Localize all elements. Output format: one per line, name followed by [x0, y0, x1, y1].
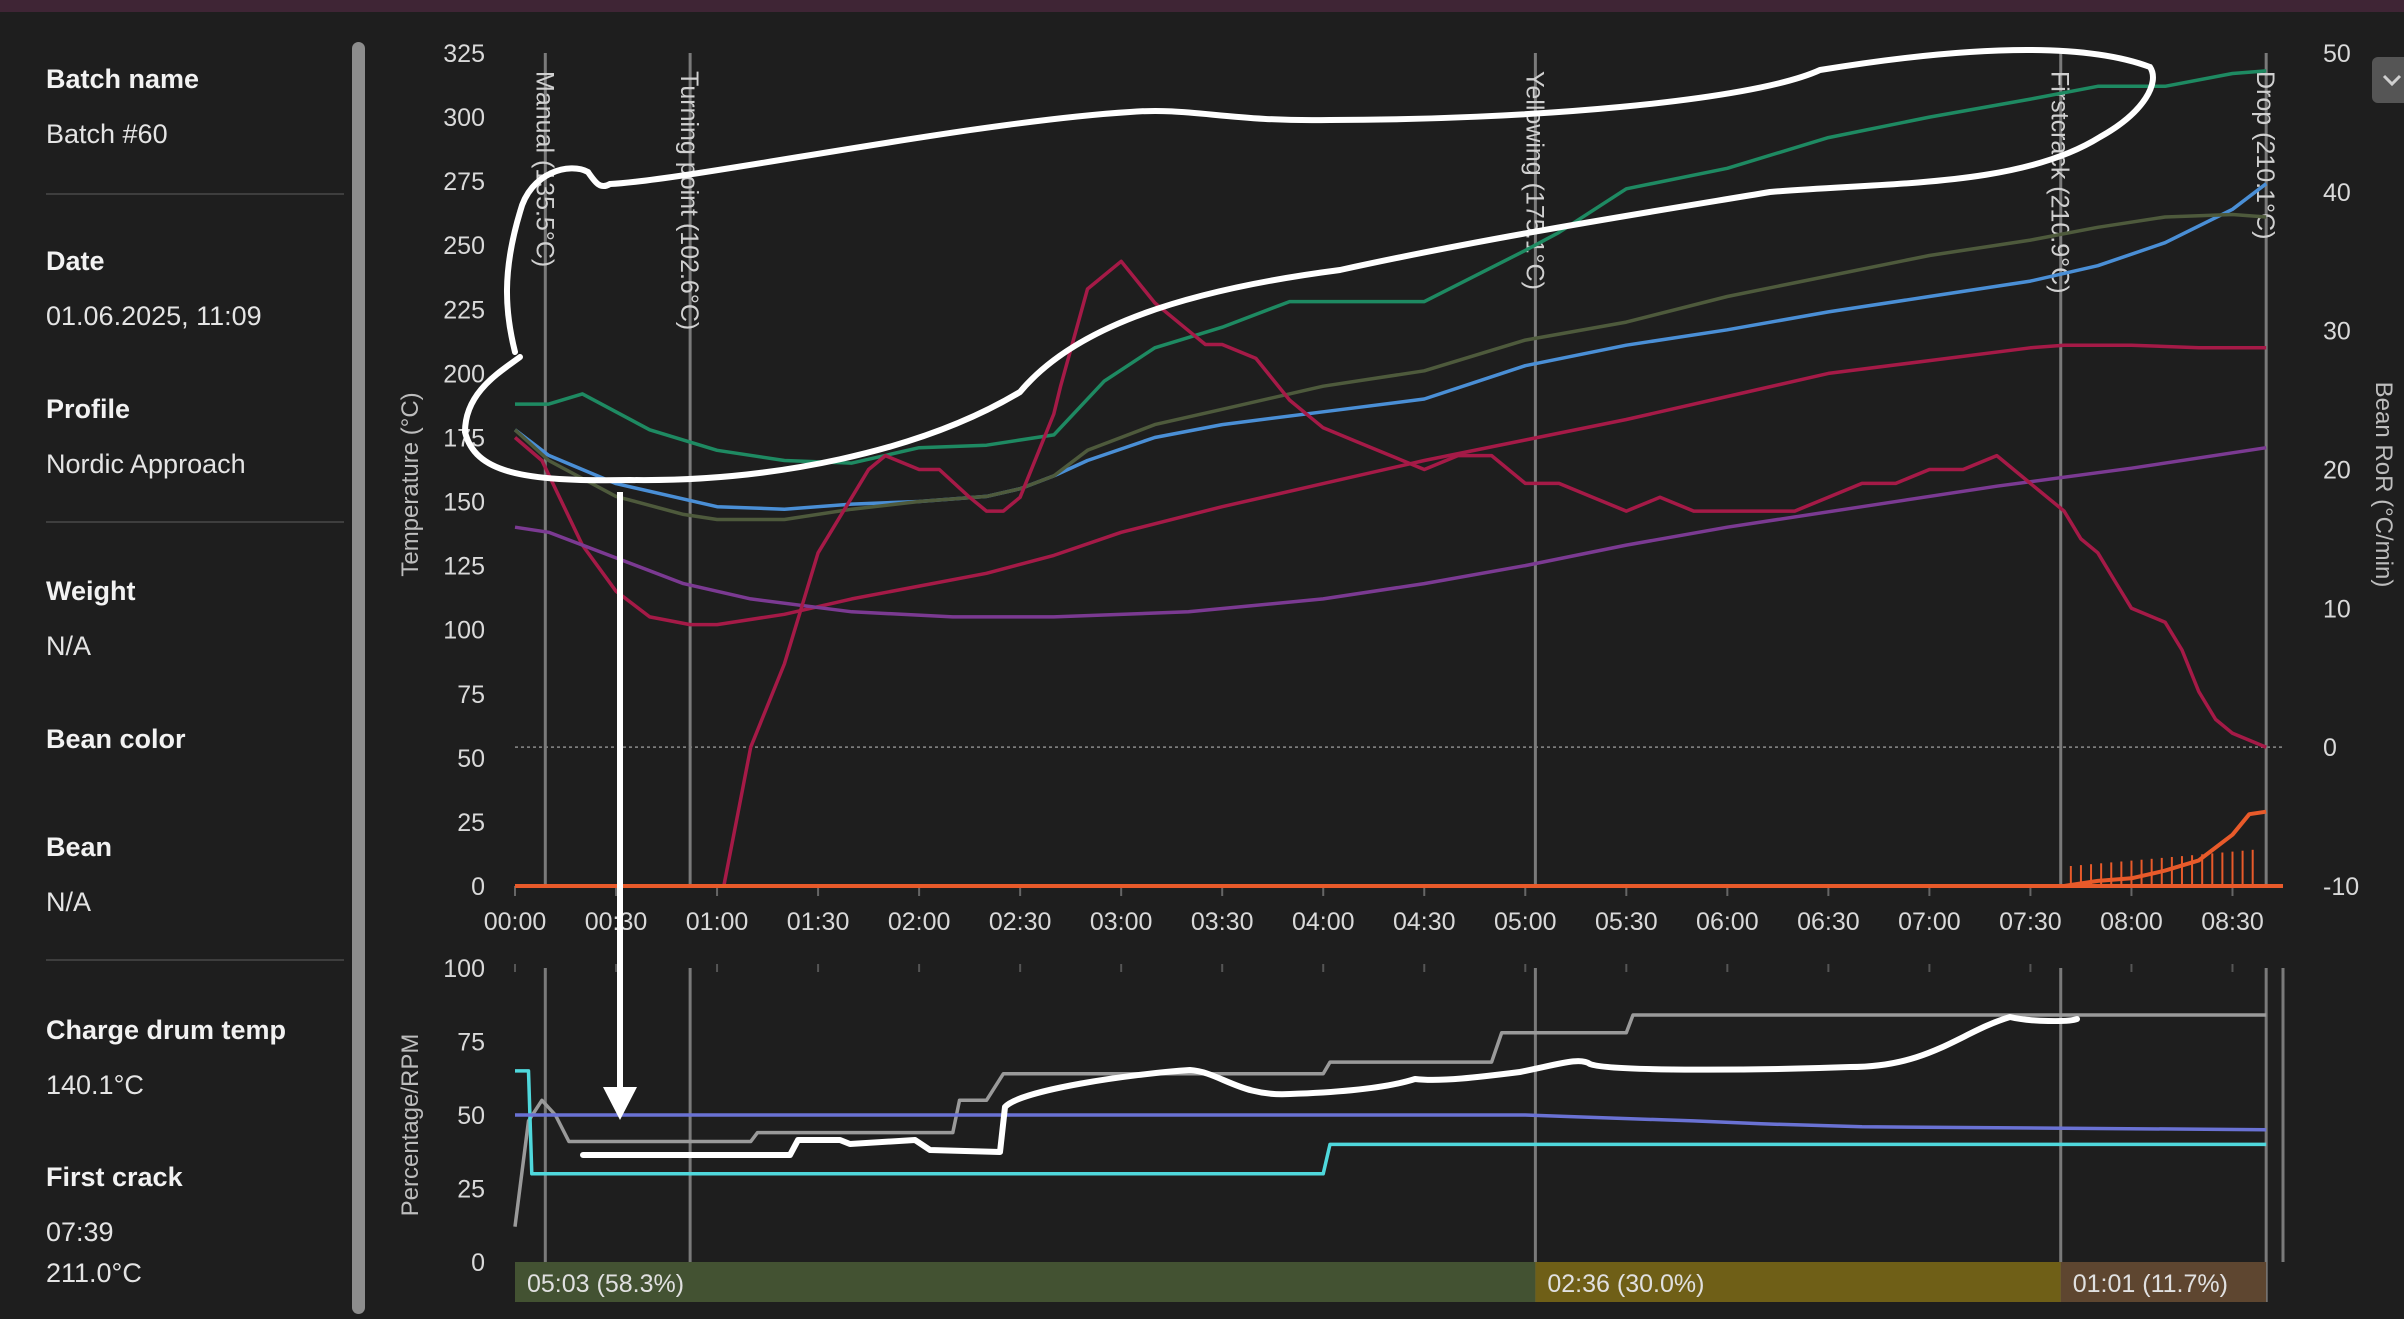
field-label: Date	[46, 246, 105, 276]
x-tick-label: 06:30	[1797, 908, 1860, 936]
field-charge-drum-temp: Charge drum temp 140.1°C	[46, 1015, 286, 1101]
y2-tick-label: 40	[2323, 179, 2351, 207]
field-label: Charge drum temp	[46, 1015, 287, 1045]
y2-tick-label: 50	[2323, 40, 2351, 68]
x-tick-label: 02:00	[888, 908, 951, 936]
x-tick-label: 07:00	[1898, 908, 1961, 936]
field-label: Bean	[46, 832, 113, 862]
y2-tick-label: 20	[2323, 457, 2351, 485]
sidebar-scrollbar[interactable]	[352, 42, 365, 1314]
lower-y-tick-label: 0	[471, 1249, 485, 1277]
x-tick-label: 08:30	[2201, 908, 2264, 936]
x-tick-label: 04:30	[1393, 908, 1456, 936]
field-label: Profile	[46, 394, 131, 424]
y-tick-label: 250	[443, 232, 485, 260]
y-tick-label: 0	[471, 873, 485, 901]
y2-axis-label: Bean RoR (°C/min)	[2370, 382, 2397, 588]
x-tick-label: 06:00	[1696, 908, 1759, 936]
control-series-line	[513, 1013, 2267, 1227]
y-tick-label: 225	[443, 296, 485, 324]
x-tick-label: 01:00	[686, 908, 749, 936]
lower-y-tick-label: 25	[457, 1176, 485, 1204]
x-tick-label: 00:30	[585, 908, 648, 936]
y2-tick-label: -10	[2323, 873, 2359, 901]
divider	[46, 193, 344, 195]
divider	[46, 521, 344, 523]
y-tick-label: 300	[443, 104, 485, 132]
x-tick-label: 05:00	[1494, 908, 1557, 936]
y-tick-label: 150	[443, 489, 485, 517]
field-date: Date 01.06.2025, 11:09	[46, 246, 262, 332]
x-tick-label: 05:30	[1595, 908, 1658, 936]
lower-y-tick-label: 50	[457, 1102, 485, 1130]
field-value: N/A	[46, 631, 92, 661]
y-tick-label: 125	[443, 553, 485, 581]
y2-tick-label: 30	[2323, 318, 2351, 346]
lower-y-axis-label: Percentage/RPM	[397, 1034, 424, 1217]
y-axis-label: Temperature (°C)	[397, 392, 424, 576]
phase-label: 05:03 (58.3%)	[527, 1270, 684, 1298]
divider	[46, 959, 344, 961]
y-tick-label: 100	[443, 617, 485, 645]
lower-y-tick-label: 100	[443, 955, 485, 983]
x-tick-label: 02:30	[989, 908, 1052, 936]
field-value-secondary: 211.0°C	[46, 1258, 142, 1288]
event-label: Yellowing (175.1°C)	[1520, 71, 1548, 290]
field-value: 140.1°C	[46, 1070, 144, 1100]
temperature-series-line	[515, 809, 2267, 888]
phase-label: 02:36 (30.0%)	[1547, 1270, 1704, 1298]
chevron-down-icon	[2382, 74, 2402, 87]
field-value: 07:39	[46, 1217, 114, 1247]
lower-y-tick-label: 75	[457, 1029, 485, 1057]
batch-info-sidebar: Batch name Batch #60 Date 01.06.2025, 11…	[0, 12, 365, 1314]
field-label: Bean color	[46, 724, 186, 754]
x-tick-label: 03:30	[1191, 908, 1254, 936]
x-tick-label: 01:30	[787, 908, 850, 936]
y-tick-label: 50	[457, 745, 485, 773]
y-tick-label: 75	[457, 681, 485, 709]
field-label: First crack	[46, 1162, 183, 1192]
top-bar	[0, 0, 2404, 12]
field-profile: Profile Nordic Approach	[46, 394, 246, 480]
field-label: Weight	[46, 576, 136, 606]
field-value: N/A	[46, 887, 92, 917]
x-tick-label: 04:00	[1292, 908, 1355, 936]
field-value: Batch #60	[46, 119, 168, 149]
ror-series-line	[722, 259, 2267, 887]
y-tick-label: 200	[443, 360, 485, 388]
event-label: Firstcrack (210.9°C)	[2046, 71, 2074, 294]
x-tick-label: 03:00	[1090, 908, 1153, 936]
field-value: Nordic Approach	[46, 449, 246, 479]
roast-chart: 0255075100125150175200225250275300325-10…	[397, 40, 2397, 1302]
phase-label: 01:01 (11.7%)	[2073, 1270, 2228, 1298]
y-tick-label: 25	[457, 809, 485, 837]
y-tick-label: 275	[443, 168, 485, 196]
roast-chart-area: 0 25 50 75 100 125 150 175 200 225 250 275 300 325 -10…	[370, 12, 2404, 1314]
y2-tick-label: 0	[2323, 734, 2337, 762]
y2-tick-label: 10	[2323, 595, 2351, 623]
event-label: Drop (210.1°C)	[2251, 71, 2279, 239]
field-weight: Weight N/A	[46, 576, 136, 662]
collapse-button[interactable]	[2372, 57, 2404, 103]
x-tick-label: 07:30	[1999, 908, 2062, 936]
field-first-crack: First crack 07:39 211.0°C	[46, 1162, 183, 1289]
field-batch-name: Batch name Batch #60	[46, 64, 199, 150]
field-label: Batch name	[46, 64, 200, 94]
event-label: Turning point (102.6°C)	[675, 71, 703, 330]
control-series-line	[515, 1113, 2267, 1132]
x-tick-label: 08:00	[2100, 908, 2163, 936]
field-value: 01.06.2025, 11:09	[46, 301, 262, 331]
x-tick-label: 00:00	[484, 908, 547, 936]
field-bean: Bean N/A	[46, 832, 112, 918]
y-tick-label: 325	[443, 40, 485, 68]
field-bean-color: Bean color	[46, 724, 186, 779]
